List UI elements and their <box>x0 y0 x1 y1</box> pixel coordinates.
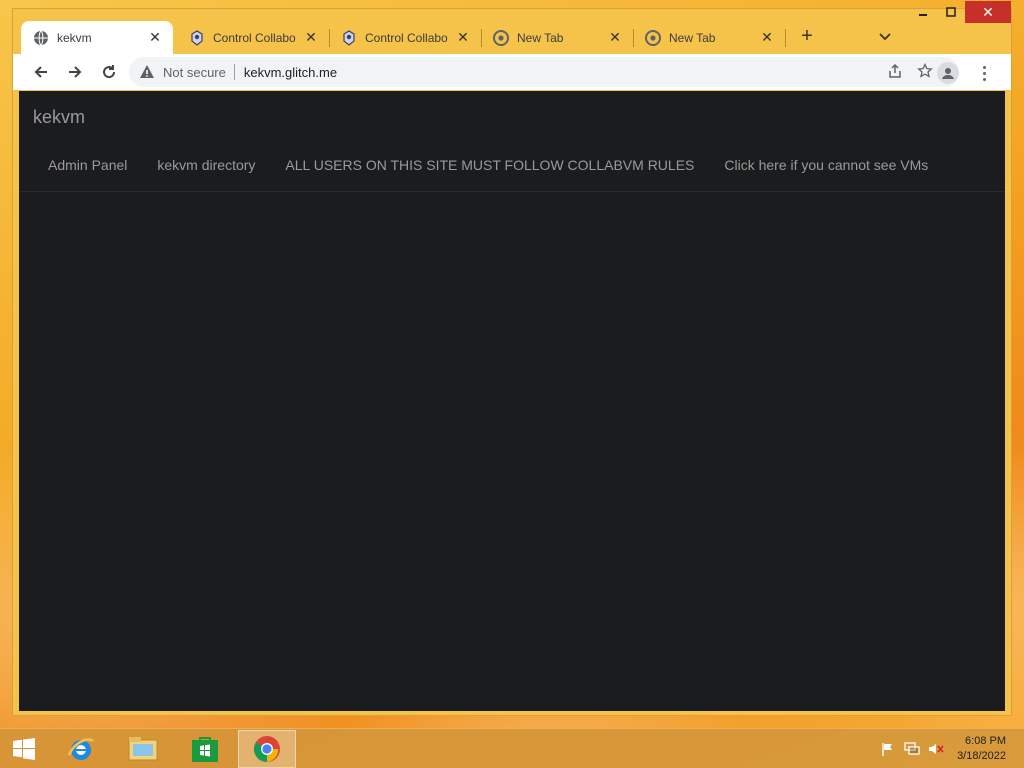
taskbar-clock[interactable]: 6:08 PM 3/18/2022 <box>957 734 1006 764</box>
collabvm-icon <box>341 29 357 46</box>
nav-link-cannot-see-vms[interactable]: Click here if you cannot see VMs <box>709 153 943 177</box>
tab-title: New Tab <box>517 30 564 45</box>
reload-icon <box>103 65 116 79</box>
volume-muted-icon[interactable] <box>928 741 944 757</box>
browser-window: kekvm ✕ Control Collabo ✕ Control Collab… <box>12 1 1012 716</box>
chrome-taskbar-icon[interactable] <box>238 730 296 768</box>
nav-links: Admin Panel kekvm directory ALL USERS ON… <box>33 153 943 177</box>
store-icon[interactable] <box>176 730 234 768</box>
reload-button[interactable] <box>93 56 125 88</box>
taskbar: 6:08 PM 3/18/2022 <box>0 728 1024 768</box>
star-icon[interactable] <box>917 62 933 82</box>
collabvm-icon <box>189 29 205 46</box>
globe-icon <box>33 30 49 46</box>
more-menu-button[interactable] <box>975 64 993 82</box>
forward-arrow-icon <box>69 66 82 78</box>
omnibox-actions <box>887 57 933 87</box>
site-navbar: kekvm Admin Panel kekvm directory ALL US… <box>19 91 1005 192</box>
tab-title: Control Collabo <box>365 30 448 45</box>
chrome-icon <box>493 29 509 46</box>
address-bar[interactable]: Not secure kekvm.glitch.me <box>129 57 959 87</box>
nav-link-admin-panel[interactable]: Admin Panel <box>33 153 142 177</box>
tab-control-collabvm-2[interactable]: Control Collabo ✕ <box>329 21 481 54</box>
url-text[interactable]: kekvm.glitch.me <box>244 65 337 80</box>
chevron-down-icon[interactable] <box>875 27 895 47</box>
new-tab-button[interactable]: + <box>795 25 819 49</box>
minimize-button[interactable] <box>909 1 937 23</box>
page-viewport: kekvm Admin Panel kekvm directory ALL US… <box>19 91 1005 711</box>
tab-title: kekvm <box>57 30 92 45</box>
close-window-button[interactable]: ✕ <box>965 1 1011 23</box>
system-tray <box>880 741 944 757</box>
nav-link-rules[interactable]: ALL USERS ON THIS SITE MUST FOLLOW COLLA… <box>270 153 709 177</box>
clock-date: 3/18/2022 <box>957 750 1006 762</box>
divider <box>233 64 235 80</box>
tab-new-tab-2[interactable]: New Tab ✕ <box>633 21 785 54</box>
security-status[interactable]: Not secure <box>163 65 226 80</box>
close-icon[interactable]: ✕ <box>303 29 319 46</box>
share-icon[interactable] <box>887 63 903 82</box>
file-explorer-icon[interactable] <box>114 730 172 768</box>
tab-title: New Tab <box>669 30 716 45</box>
clock-time: 6:08 PM <box>965 735 1006 747</box>
warning-icon[interactable] <box>139 64 155 80</box>
back-button[interactable] <box>25 56 57 88</box>
close-icon[interactable]: ✕ <box>607 29 623 46</box>
flag-icon[interactable] <box>880 741 896 757</box>
close-icon[interactable]: ✕ <box>455 29 471 46</box>
browser-toolbar: Not secure kekvm.glitch.me <box>13 54 1011 90</box>
chrome-icon <box>645 29 661 46</box>
internet-explorer-icon[interactable] <box>52 730 110 768</box>
network-icon[interactable] <box>904 741 920 757</box>
close-icon[interactable]: ✕ <box>759 29 775 46</box>
back-arrow-icon <box>34 66 47 78</box>
tab-separator <box>785 29 786 47</box>
start-button[interactable] <box>8 735 40 763</box>
person-icon <box>942 68 954 79</box>
forward-button[interactable] <box>59 56 91 88</box>
maximize-button[interactable] <box>937 1 965 23</box>
window-controls: ✕ <box>909 1 1011 29</box>
tab-strip: kekvm ✕ Control Collabo ✕ Control Collab… <box>13 1 1011 54</box>
tab-title: Control Collabo <box>213 30 296 45</box>
nav-link-directory[interactable]: kekvm directory <box>142 153 270 177</box>
profile-button[interactable] <box>937 62 959 84</box>
close-icon[interactable]: ✕ <box>147 29 163 46</box>
site-brand[interactable]: kekvm <box>33 107 85 128</box>
tab-new-tab-1[interactable]: New Tab ✕ <box>481 21 633 54</box>
windows-logo-icon <box>13 738 35 760</box>
tab-kekvm[interactable]: kekvm ✕ <box>21 21 173 54</box>
tab-control-collabvm-1[interactable]: Control Collabo ✕ <box>177 21 329 54</box>
